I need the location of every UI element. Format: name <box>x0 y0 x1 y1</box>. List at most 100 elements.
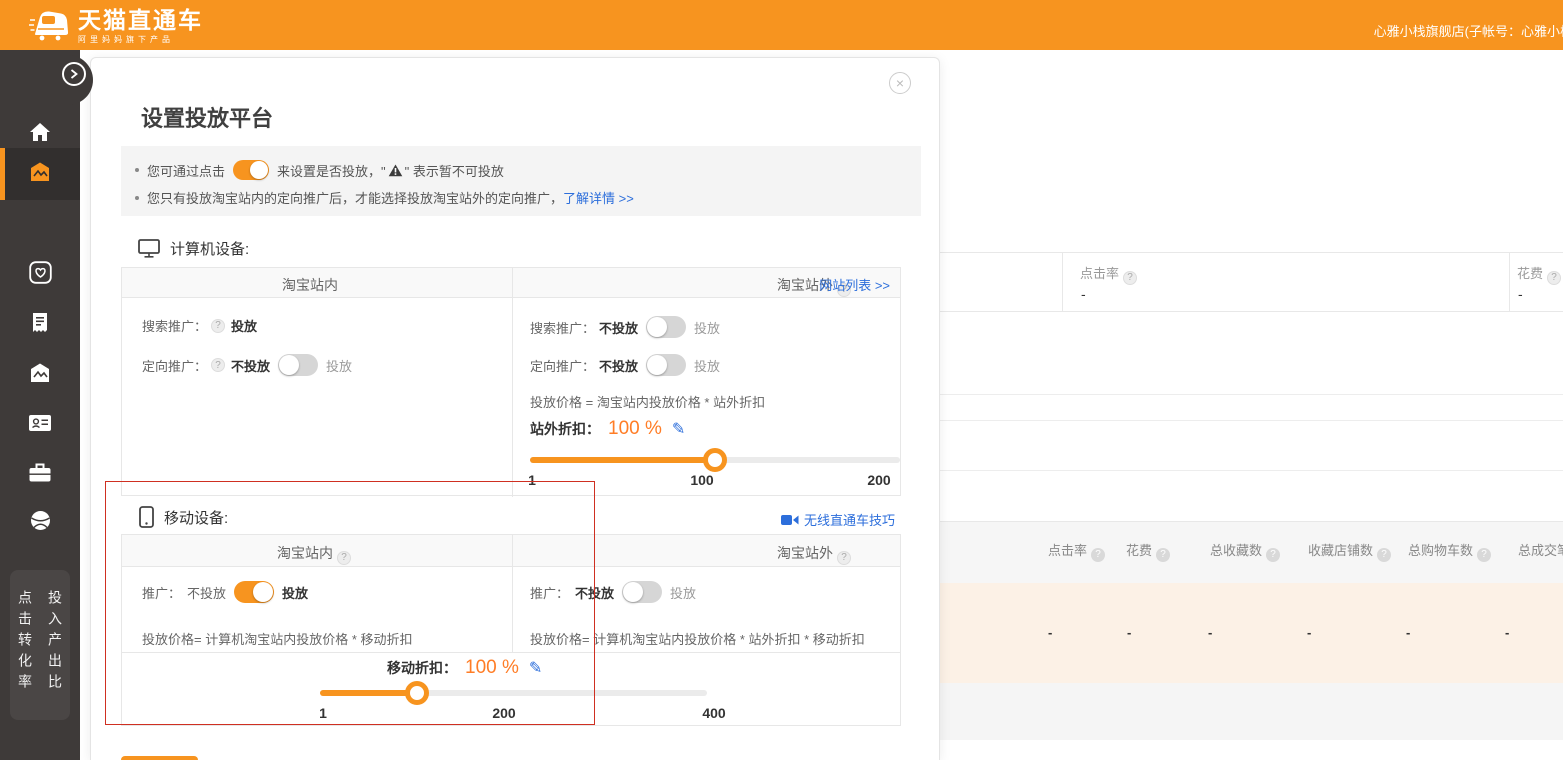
help-icon[interactable]: ? <box>1266 548 1280 562</box>
sidebar-item-report[interactable] <box>0 303 80 347</box>
column-label: 总购物车数 <box>1408 543 1473 558</box>
column-label: 收藏店铺数 <box>1308 543 1373 558</box>
confirm-button[interactable] <box>121 756 198 760</box>
bg-table-header[interactable]: 收藏店铺数? <box>1308 540 1391 562</box>
slider-max-label: 400 <box>702 705 725 721</box>
row-label: 定向推广： <box>142 356 207 375</box>
metric-label-roi: 投入产出比 <box>43 590 67 720</box>
campaign-icon <box>28 161 52 188</box>
mobile-outer-toggle[interactable] <box>622 581 662 603</box>
help-icon[interactable]: ? <box>337 551 351 565</box>
brand[interactable]: 天猫直通车 阿里妈妈旗下产品 <box>28 5 203 48</box>
sidebar-metrics-panel[interactable]: 点击转化率 投入产出比 <box>10 570 70 720</box>
divider <box>512 535 513 652</box>
cell-value: - <box>1307 625 1311 640</box>
mobile-table: 淘宝站内? 淘宝站外? 推广： 不投放 投放 推广： 不投放 投放 投放价格= … <box>121 534 901 726</box>
divider <box>512 268 513 497</box>
bg-table-header-row: 点击率? 花费? 总收藏数? 收藏店铺数? 总购物车数? 总成交笔 <box>900 521 1563 584</box>
help-icon[interactable]: ? <box>1547 271 1561 285</box>
notice-text: 来设置是否投放，" <box>277 161 386 180</box>
sidebar-item-tools[interactable] <box>0 453 80 497</box>
sidebar-item-campaign[interactable] <box>0 148 80 200</box>
column-label: 花费 <box>1126 543 1152 558</box>
inner-target-toggle[interactable] <box>278 354 318 376</box>
wireless-tips-link[interactable]: 无线直通车技巧 <box>781 510 895 529</box>
col-label: 淘宝站外 <box>777 545 833 561</box>
help-icon[interactable]: ? <box>1091 548 1105 562</box>
slider-max-label: 200 <box>867 472 890 488</box>
site-list-link[interactable]: 网站列表 >> <box>819 275 890 294</box>
mobile-discount-slider[interactable] <box>320 690 707 696</box>
expand-sidebar-icon[interactable] <box>62 62 86 86</box>
bg-table-header[interactable]: 总成交笔 <box>1518 540 1563 559</box>
slider-min-label: 1 <box>528 472 536 488</box>
toggle-knob <box>279 355 299 375</box>
bg-table-header[interactable]: 点击率? <box>1048 540 1105 562</box>
help-icon[interactable]: ? <box>211 358 225 372</box>
outer-discount-slider[interactable] <box>530 457 900 463</box>
divider <box>122 652 900 653</box>
inner-target-row: 定向推广： ? 不投放 投放 <box>142 354 352 376</box>
bg-table-header[interactable]: 总购物车数? <box>1408 540 1491 562</box>
notice-text: 您只有投放淘宝站内的定向推广后，才能选择投放淘宝站外的定向推广， <box>147 188 563 207</box>
sidebar-item-favorites[interactable] <box>0 253 80 297</box>
slider-handle[interactable] <box>405 681 429 705</box>
computer-section-header: 计算机设备: <box>138 238 249 259</box>
stat-label: 点击率? <box>1080 263 1137 285</box>
state-on: 投放 <box>282 583 308 602</box>
state-off: 不投放 <box>231 356 270 375</box>
col-label: 淘宝站内 <box>277 545 333 561</box>
divider <box>1509 253 1510 311</box>
section-title: 移动设备: <box>164 507 228 528</box>
table-row[interactable]: - - - - - - <box>900 583 1563 683</box>
edit-icon[interactable]: ✎ <box>672 419 685 439</box>
state-off: 不投放 <box>575 583 614 602</box>
help-icon[interactable]: ? <box>1377 548 1391 562</box>
outer-search-toggle[interactable] <box>646 316 686 338</box>
bullet-icon <box>135 168 139 172</box>
cell-value: - <box>1505 625 1509 640</box>
toggle-knob <box>253 582 273 602</box>
toggle-knob <box>250 161 268 179</box>
edit-icon[interactable]: ✎ <box>529 658 542 678</box>
help-icon[interactable]: ? <box>211 319 225 333</box>
account-name[interactable]: 心雅小栈旗舰店(子帐号：心雅小栈 <box>1374 0 1563 50</box>
state-on: 投放 <box>694 356 720 375</box>
table-row[interactable] <box>900 683 1563 740</box>
cell-value: - <box>1048 625 1052 640</box>
outer-target-toggle[interactable] <box>646 354 686 376</box>
mobile-section-header: 移动设备: <box>139 506 228 528</box>
help-icon[interactable]: ? <box>837 551 851 565</box>
help-icon[interactable]: ? <box>1477 548 1491 562</box>
state-off: 不投放 <box>187 583 226 602</box>
help-icon[interactable]: ? <box>1123 271 1137 285</box>
mobile-inner-row: 推广： 不投放 投放 <box>142 581 308 603</box>
mobile-inner-toggle[interactable] <box>234 581 274 603</box>
outer-discount-line: 站外折扣： 100 % ✎ <box>530 418 685 440</box>
help-icon[interactable]: ? <box>1156 548 1170 562</box>
bg-table-header[interactable]: 花费? <box>1126 540 1170 562</box>
sidebar-item-contacts[interactable] <box>0 403 80 447</box>
slider-handle[interactable] <box>703 448 727 472</box>
col-taobao-inner: 淘宝站内? <box>277 543 351 565</box>
warning-icon <box>388 164 403 177</box>
inner-search-row: 搜索推广： ? 投放 <box>142 316 257 335</box>
sidebar-item-apps[interactable] <box>0 501 80 545</box>
screen: 点击率? - 花费? - 点击率? 花费? 总收藏数? 收藏店铺数? 总购物车数… <box>0 0 1563 760</box>
learn-more-link[interactable]: 了解详情 >> <box>563 188 634 207</box>
video-icon <box>781 514 799 526</box>
sidebar-item-creative[interactable] <box>0 353 80 397</box>
metric-label-ctr: 点击转化率 <box>13 590 37 720</box>
stat-value: - <box>1518 286 1523 302</box>
divider <box>1062 253 1063 311</box>
row-state: 投放 <box>231 316 257 335</box>
discount-label: 站外折扣： <box>530 419 600 439</box>
close-icon[interactable]: × <box>889 72 911 94</box>
state-off: 不投放 <box>599 318 638 337</box>
monitor-icon <box>138 239 160 258</box>
slider-fill <box>320 690 417 696</box>
home-icon <box>29 122 51 147</box>
col-taobao-inner: 淘宝站内 <box>282 275 338 295</box>
row-label: 搜索推广： <box>530 318 595 337</box>
bg-table-header[interactable]: 总收藏数? <box>1210 540 1280 562</box>
